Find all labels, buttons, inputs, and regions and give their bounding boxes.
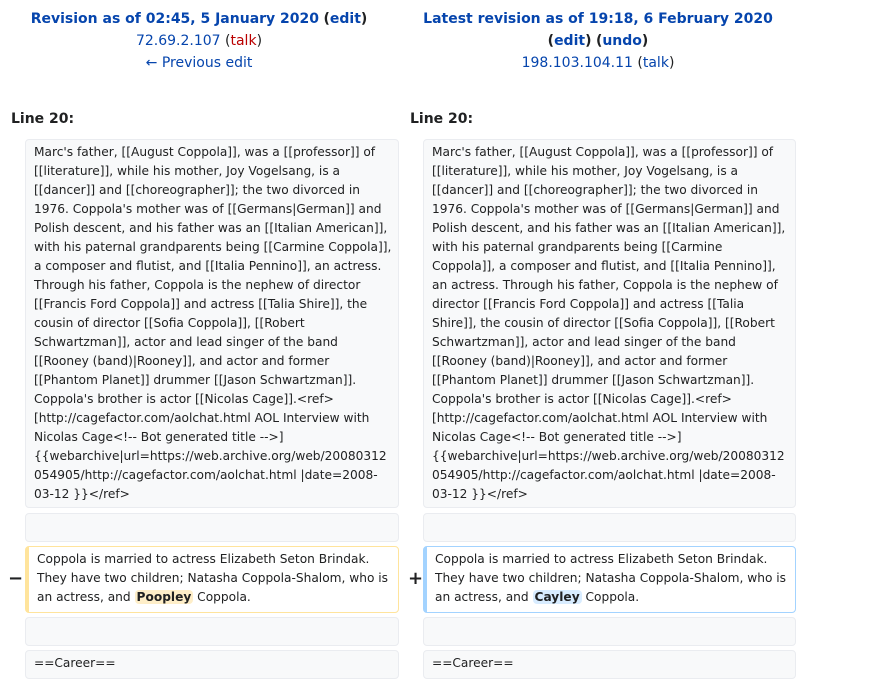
added-word: Cayley <box>532 590 582 604</box>
line-number-right: Line 20: <box>410 111 474 127</box>
empty-context-right <box>423 513 796 542</box>
deleted-line-cell: Coppola is married to actress Elizabeth … <box>25 546 399 613</box>
old-talk-link[interactable]: talk <box>230 33 256 49</box>
career-line-left: ==Career== <box>25 650 399 679</box>
empty-context-left-2 <box>25 617 399 646</box>
old-user-link[interactable]: 72.69.2.107 <box>136 33 221 49</box>
diff-page: Revision as of 02:45, 5 January 2020 (ed… <box>0 0 874 683</box>
paren-close: ) <box>256 33 263 49</box>
new-talk-link[interactable]: talk <box>643 55 669 71</box>
paren-close: ) <box>585 33 592 49</box>
paren-close: ) <box>360 11 368 27</box>
added-line-marker: + <box>408 568 424 589</box>
paren-close: ) <box>668 55 675 71</box>
deleted-line-suffix: Coppola. <box>193 590 251 604</box>
line-number-left: Line 20: <box>11 111 75 127</box>
paren-close: ) <box>641 33 649 49</box>
added-line-cell: Coppola is married to actress Elizabeth … <box>423 546 796 613</box>
deleted-word: Poopley <box>134 590 194 604</box>
new-user-link[interactable]: 198.103.104.11 <box>522 55 633 71</box>
undo-link[interactable]: undo <box>602 33 642 49</box>
empty-context-left <box>25 513 399 542</box>
empty-context-right-2 <box>423 617 796 646</box>
added-line-suffix: Coppola. <box>581 590 640 604</box>
deleted-line-marker: − <box>8 568 24 589</box>
old-revision-link[interactable]: Revision as of 02:45, 5 January 2020 <box>31 11 319 27</box>
new-revision-link[interactable]: Latest revision as of 19:18, 6 February … <box>423 11 773 27</box>
previous-edit-link[interactable]: ← Previous edit <box>146 55 253 71</box>
new-revision-header: Latest revision as of 19:18, 6 February … <box>398 8 798 74</box>
old-edit-link[interactable]: edit <box>330 11 361 27</box>
new-edit-link[interactable]: edit <box>554 33 585 49</box>
context-cell-right: Marc's father, [[August Coppola]], was a… <box>423 139 796 508</box>
career-line-right: ==Career== <box>423 650 796 679</box>
old-revision-header: Revision as of 02:45, 5 January 2020 (ed… <box>0 8 398 74</box>
context-cell-left: Marc's father, [[August Coppola]], was a… <box>25 139 399 508</box>
